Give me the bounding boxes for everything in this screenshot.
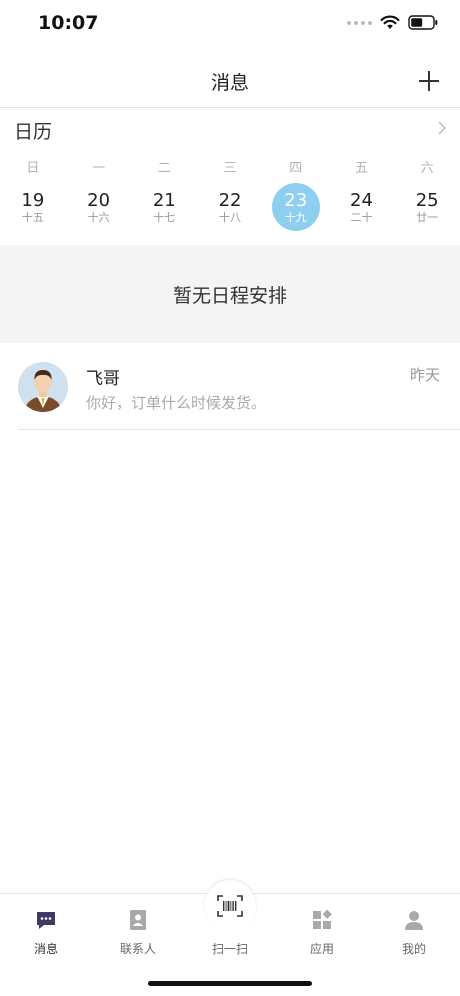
date-number: 20 [87, 189, 111, 211]
status-bar: 10:07 [0, 0, 460, 50]
wifi-icon [380, 15, 400, 30]
calendar-date[interactable]: 22 十八 [206, 183, 254, 231]
chat-timestamp: 昨天 [409, 366, 440, 384]
status-time: 10:07 [38, 12, 99, 34]
tab-label: 扫一扫 [211, 942, 248, 956]
tab-bar: 消息 联系人 扫一扫 应用 我的 [0, 880, 460, 996]
date-number: 22 [218, 189, 242, 211]
tab-apps[interactable]: 应用 [276, 894, 368, 964]
tab-messages[interactable]: 消息 [0, 894, 92, 964]
chat-preview: 你好，订单什么时候发货。 [86, 394, 267, 412]
weekday-label: 三 [223, 161, 237, 176]
calendar-date[interactable]: 20 十六 [75, 183, 123, 231]
battery-icon [408, 15, 438, 30]
chevron-right-icon[interactable] [437, 120, 447, 136]
date-number: 21 [152, 189, 176, 211]
page-title: 消息 [210, 72, 249, 94]
tab-profile[interactable]: 我的 [368, 894, 460, 964]
date-number: 25 [415, 189, 439, 211]
chat-contact-name: 飞哥 [86, 369, 120, 389]
weekday-label: 一 [92, 161, 106, 176]
tab-label: 我的 [401, 942, 426, 956]
lunar-date: 二十 [350, 210, 373, 224]
lunar-date: 十九 [284, 210, 307, 224]
barcode-scan-icon [204, 880, 256, 932]
weekday-label: 日 [26, 161, 40, 176]
lunar-date: 十六 [87, 210, 110, 224]
avatar [18, 362, 68, 412]
weekday-label: 五 [354, 161, 368, 176]
weekday-row: 日 一 二 三 四 五 六 [0, 157, 460, 176]
tab-label: 联系人 [119, 942, 156, 956]
plus-icon[interactable] [416, 68, 442, 94]
date-number: 19 [21, 189, 45, 211]
apps-grid-icon [310, 908, 334, 932]
tab-scan[interactable]: 扫一扫 [184, 880, 276, 964]
divider [18, 429, 460, 430]
date-number: 24 [350, 189, 373, 211]
home-indicator [148, 981, 312, 986]
chat-list-item[interactable]: 飞哥 昨天 你好，订单什么时候发货。 [0, 344, 460, 430]
signal-icon [347, 20, 372, 25]
nav-header: 消息 [0, 56, 460, 108]
calendar-date[interactable]: 24 二十 [337, 183, 385, 231]
date-number: 23 [284, 189, 308, 211]
lunar-date: 十五 [21, 210, 44, 224]
contact-card-icon [126, 908, 150, 932]
calendar-date[interactable]: 21 十七 [140, 183, 188, 231]
person-icon [402, 908, 426, 932]
chat-bubble-icon [34, 908, 58, 932]
tab-contacts[interactable]: 联系人 [92, 894, 184, 964]
date-row: 19 十五 20 十六 21 十七 22 十八 23 十九 24 二十 25 廿… [0, 183, 460, 231]
weekday-label: 二 [157, 161, 171, 176]
calendar-title: 日历 [14, 121, 53, 143]
weekday-label: 四 [289, 161, 303, 176]
status-indicators [347, 15, 438, 30]
empty-schedule-notice: 暂无日程安排 [0, 245, 460, 343]
tab-label: 应用 [309, 942, 334, 956]
calendar-date-selected[interactable]: 23 十九 [271, 183, 320, 231]
calendar-date[interactable]: 19 十五 [9, 183, 57, 231]
tab-label: 消息 [33, 942, 58, 956]
lunar-date: 廿一 [416, 210, 439, 224]
calendar-date[interactable]: 25 廿一 [403, 183, 451, 231]
lunar-date: 十八 [219, 210, 242, 224]
lunar-date: 十七 [153, 210, 176, 224]
weekday-label: 六 [420, 161, 434, 176]
calendar-section: 日历 日 一 二 三 四 五 六 19 十五 20 十六 21 十七 22 十八 [0, 109, 460, 245]
